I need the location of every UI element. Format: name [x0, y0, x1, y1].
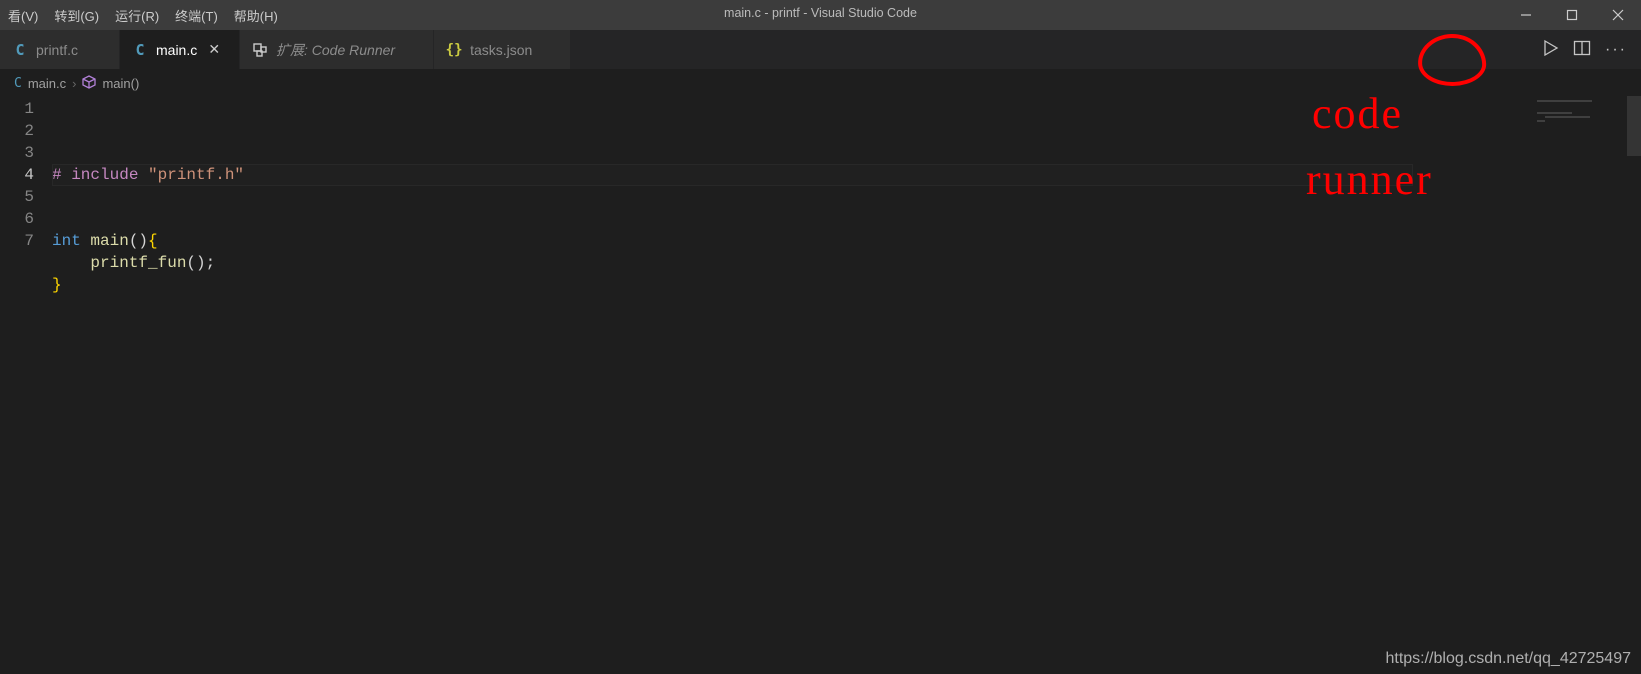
c-file-icon: C: [12, 42, 28, 58]
menu-terminal[interactable]: 终端(T): [167, 0, 226, 30]
breadcrumb-symbol: main(): [102, 76, 139, 91]
breadcrumb[interactable]: C main.c › main(): [0, 70, 1641, 96]
code-line[interactable]: printf_fun();: [52, 252, 1531, 274]
code-line[interactable]: }: [52, 274, 1531, 296]
token: ();: [186, 254, 215, 272]
line-number-gutter: 1234567: [0, 96, 52, 674]
minimap-slider[interactable]: [1627, 96, 1641, 156]
code-editor[interactable]: 1234567 # include "printf.h" int main(){ …: [0, 96, 1641, 674]
line-number: 1: [0, 98, 34, 120]
minimize-button[interactable]: [1503, 0, 1549, 30]
play-icon: [1541, 39, 1559, 57]
title-bar: 看(V) 转到(G) 运行(R) 终端(T) 帮助(H) main.c - pr…: [0, 0, 1641, 30]
code-line[interactable]: # include "printf.h": [52, 164, 1531, 186]
menu-label: 看(V): [8, 6, 38, 25]
code-content[interactable]: # include "printf.h" int main(){ printf_f…: [52, 96, 1531, 674]
maximize-button[interactable]: [1549, 0, 1595, 30]
token: {: [148, 232, 158, 250]
symbol-icon: [82, 75, 96, 92]
menu-label: 运行(R): [115, 6, 159, 25]
split-icon: [1573, 39, 1591, 57]
window-controls: [1503, 0, 1641, 30]
c-file-icon: C: [132, 42, 148, 58]
menu-run[interactable]: 运行(R): [107, 0, 167, 30]
token: [52, 254, 90, 272]
tab-tasks-json[interactable]: {} tasks.json ✕: [434, 30, 571, 69]
tab-extension-code-runner[interactable]: 扩展: Code Runner ✕: [240, 30, 434, 69]
menu-help[interactable]: 帮助(H): [226, 0, 286, 30]
line-number: 2: [0, 120, 34, 142]
line-number: 3: [0, 142, 34, 164]
maximize-icon: [1566, 9, 1578, 21]
tab-close-button[interactable]: ✕: [205, 41, 223, 59]
code-line[interactable]: int main(){: [52, 230, 1531, 252]
token: (): [129, 232, 148, 250]
tab-label: tasks.json: [470, 42, 532, 58]
close-window-button[interactable]: [1595, 0, 1641, 30]
run-code-button[interactable]: [1541, 39, 1559, 60]
token: printf_fun: [90, 254, 186, 272]
tab-printf-c[interactable]: C printf.c ✕: [0, 30, 120, 69]
c-file-icon: C: [14, 76, 22, 91]
chevron-right-icon: ›: [72, 76, 76, 91]
code-line[interactable]: [52, 296, 1531, 318]
menu-label: 转到(G): [54, 6, 99, 25]
editor-tabs: C printf.c ✕ C main.c ✕ 扩展: Code Runner …: [0, 30, 1641, 70]
menu-label: 终端(T): [175, 6, 218, 25]
editor-actions: ···: [1527, 30, 1641, 69]
line-number: 6: [0, 208, 34, 230]
tab-label: 扩展: Code Runner: [276, 40, 395, 60]
token: main: [90, 232, 128, 250]
token: }: [52, 276, 62, 294]
menu-view[interactable]: 看(V): [0, 0, 46, 30]
tab-main-c[interactable]: C main.c ✕: [120, 30, 240, 69]
json-file-icon: {}: [446, 42, 462, 58]
split-editor-button[interactable]: [1573, 39, 1591, 60]
breadcrumb-file: main.c: [28, 76, 66, 91]
tab-label: printf.c: [36, 42, 78, 58]
token: # include: [52, 166, 148, 184]
menu-bar: 看(V) 转到(G) 运行(R) 终端(T) 帮助(H): [0, 0, 286, 30]
line-number: 5: [0, 186, 34, 208]
tabs-spacer: [571, 30, 1527, 69]
menu-label: 帮助(H): [234, 6, 278, 25]
code-line[interactable]: [52, 208, 1531, 230]
code-line[interactable]: [52, 186, 1531, 208]
close-icon: [1612, 9, 1624, 21]
line-number: 7: [0, 230, 34, 252]
token: "printf.h": [148, 166, 244, 184]
extension-icon: [252, 42, 268, 58]
menu-goto[interactable]: 转到(G): [46, 0, 107, 30]
minimap[interactable]: [1531, 96, 1641, 674]
token: int: [52, 232, 90, 250]
tab-label: main.c: [156, 42, 197, 58]
ellipsis-icon: ···: [1605, 41, 1627, 58]
line-number: 4: [0, 164, 34, 186]
more-actions-button[interactable]: ···: [1605, 41, 1627, 59]
watermark: https://blog.csdn.net/qq_42725497: [1385, 650, 1631, 668]
minimize-icon: [1520, 9, 1532, 21]
